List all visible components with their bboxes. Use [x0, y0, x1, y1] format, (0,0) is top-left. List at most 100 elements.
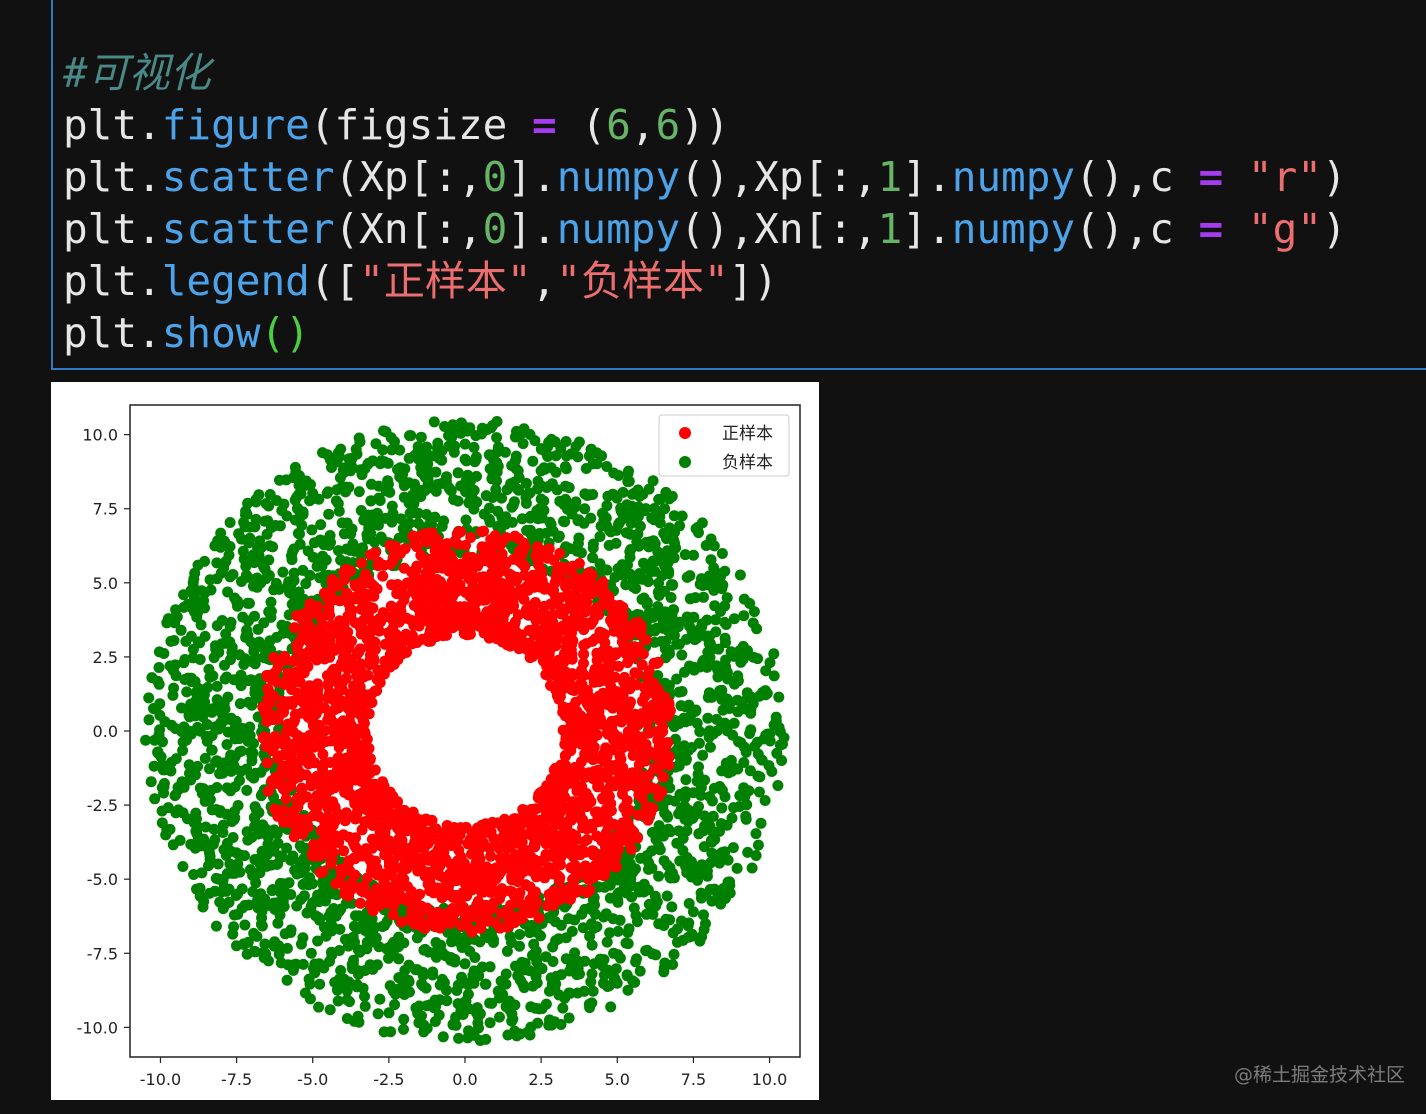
scatter-point	[385, 866, 397, 878]
scatter-point	[667, 525, 679, 537]
scatter-point	[354, 946, 366, 958]
scatter-point	[428, 1002, 440, 1014]
scatter-point	[657, 726, 669, 737]
scatter-point	[327, 847, 339, 859]
scatter-point	[724, 879, 736, 891]
scatter-point	[311, 790, 323, 802]
scatter-point	[411, 964, 423, 976]
scatter-point	[689, 634, 701, 646]
scatter-point	[753, 690, 765, 702]
scatter-point	[632, 736, 644, 748]
scatter-point	[374, 677, 386, 689]
scatter-point	[688, 549, 699, 561]
scatter-point	[188, 869, 200, 880]
scatter-point	[447, 1018, 459, 1030]
scatter-point	[696, 621, 708, 633]
scatter-point	[365, 495, 377, 507]
scatter-point	[295, 894, 307, 905]
scatter-point	[715, 818, 727, 830]
scatter-point	[544, 985, 555, 997]
scatter-point	[638, 886, 650, 898]
scatter-point	[168, 635, 180, 646]
scatter-point	[251, 930, 263, 942]
scatter-point	[194, 637, 206, 649]
scatter-point	[345, 465, 356, 477]
scatter-point	[612, 896, 624, 908]
scatter-point	[742, 846, 754, 858]
scatter-point	[338, 845, 350, 857]
scatter-point	[387, 985, 399, 997]
scatter-point	[658, 527, 670, 539]
scatter-point	[643, 607, 655, 619]
scatter-point	[520, 497, 532, 509]
scatter-point	[682, 920, 694, 932]
scatter-point	[353, 486, 365, 498]
scatter-point	[604, 927, 616, 939]
scatter-point	[649, 625, 661, 637]
code-cell[interactable]: #可视化 plt.figure(figsize = (6,6)) plt.sca…	[51, 0, 1426, 370]
scatter-point	[273, 583, 285, 595]
scatter-point	[704, 727, 716, 739]
scatter-point	[712, 671, 724, 683]
scatter-point	[754, 771, 766, 783]
scatter-point	[210, 920, 222, 932]
scatter-point	[609, 671, 621, 683]
scatter-point	[676, 686, 688, 697]
scatter-point	[225, 785, 236, 797]
scatter-point	[341, 1013, 353, 1024]
scatter-point	[274, 877, 286, 889]
scatter-point	[232, 600, 243, 612]
scatter-point	[296, 782, 308, 794]
scatter-point	[347, 592, 359, 603]
code-token: ()	[260, 309, 310, 357]
scatter-point	[667, 959, 679, 970]
scatter-point	[372, 1008, 384, 1020]
scatter-point	[343, 855, 355, 867]
scatter-point	[281, 974, 293, 986]
scatter-point	[622, 641, 633, 653]
scatter-point	[570, 590, 582, 602]
scatter-point	[628, 902, 640, 914]
scatter-point	[268, 652, 280, 663]
scatter-point	[573, 514, 585, 526]
scatter-point	[485, 554, 497, 565]
scatter-point	[167, 665, 179, 676]
scatter-point	[746, 862, 758, 874]
scatter-point	[623, 923, 635, 935]
scatter-point	[722, 673, 734, 685]
scatter-point	[492, 441, 504, 453]
scatter-point	[366, 962, 378, 974]
scatter-point	[468, 571, 479, 583]
scatter-point	[335, 903, 347, 915]
scatter-point	[194, 782, 206, 794]
scatter-point	[223, 549, 235, 561]
scatter-point	[569, 947, 581, 959]
scatter-point	[370, 932, 382, 944]
scatter-point	[226, 816, 238, 827]
scatter-point	[397, 468, 409, 480]
scatter-point	[506, 516, 518, 528]
scatter-point	[140, 734, 152, 746]
scatter-point	[491, 432, 503, 444]
scatter-point	[260, 741, 272, 752]
scatter-point	[553, 871, 565, 883]
scatter-point	[204, 794, 216, 805]
code-token: plt.	[63, 257, 162, 305]
code-token: show	[161, 309, 261, 357]
scatter-point	[778, 732, 790, 744]
scatter-point	[566, 638, 578, 650]
scatter-point	[287, 472, 299, 484]
scatter-point	[324, 530, 336, 541]
scatter-point	[636, 659, 648, 671]
scatter-point	[208, 652, 220, 664]
scatter-point	[455, 427, 467, 439]
scatter-point	[306, 848, 318, 860]
scatter-point	[476, 541, 488, 553]
scatter-point	[575, 547, 587, 559]
scatter-point	[693, 761, 704, 773]
code-token: "g"	[1247, 205, 1322, 253]
scatter-point	[548, 659, 559, 671]
scatter-point	[241, 948, 253, 960]
scatter-point	[544, 516, 556, 528]
scatter-point	[755, 817, 767, 829]
